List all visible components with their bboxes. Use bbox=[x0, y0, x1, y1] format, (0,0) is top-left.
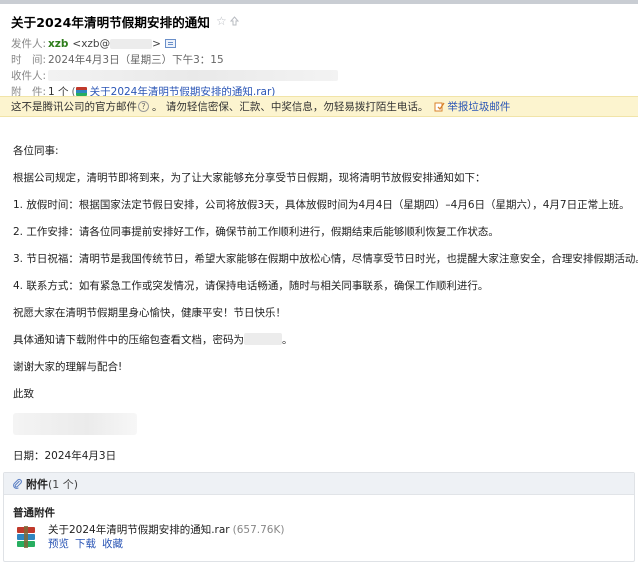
attachment-panel-count: (1 个) bbox=[48, 477, 79, 491]
download-paragraph: 具体通知请下载附件中的压缩包查看文档，密码为 。 bbox=[13, 333, 625, 347]
attachment-item: 关于2024年清明节假期安排的通知.rar (657.76K) 预览 下载 收藏 bbox=[16, 523, 284, 551]
download-text: 具体通知请下载附件中的压缩包查看文档，密码为 bbox=[13, 334, 244, 346]
from-label: 发件人: bbox=[11, 38, 47, 50]
security-notice: 这不是腾讯公司的官方邮件 ? 。 请勿轻信密保、汇款、中奖信息，勿轻易拨打陌生电… bbox=[0, 96, 638, 117]
favorite-link[interactable]: 收藏 bbox=[102, 538, 123, 550]
password-redacted bbox=[244, 333, 282, 345]
download-link[interactable]: 下载 bbox=[75, 538, 96, 550]
time-label: 时 间: bbox=[11, 54, 47, 66]
subject-row: 关于2024年清明节假期安排的通知 ☆ bbox=[11, 12, 627, 30]
time-value: 2024年4月3日（星期三）下午3：15 bbox=[48, 54, 224, 66]
item-3: 3. 节日祝福：清明节是我国传统节日，希望大家能够在假期中放松心情，尽情享受节日… bbox=[13, 253, 638, 265]
attachment-section-title: 普通附件 bbox=[13, 507, 55, 519]
attachment-panel: 附件 (1 个) 普通附件 关于2024年清明节假期安排的通知.rar (657.… bbox=[3, 472, 635, 562]
sender-name[interactable]: xzb bbox=[48, 38, 68, 50]
mail-header: 关于2024年清明节假期安排的通知 ☆ 发件人: xzb <xzb@ > 时 间… bbox=[0, 4, 638, 98]
attachment-file-size: (657.76K) bbox=[232, 524, 285, 536]
thanks-paragraph: 谢谢大家的理解与配合! bbox=[13, 361, 123, 373]
notice-text: 这不是腾讯公司的官方邮件 bbox=[11, 101, 137, 113]
item-2: 2. 工作安排：请各位同事提前安排好工作，确保节前工作顺利进行，假期结束后能够顺… bbox=[13, 226, 499, 238]
signature-redacted bbox=[13, 413, 137, 435]
contact-card-icon[interactable] bbox=[164, 39, 176, 48]
to-row: 收件人: bbox=[11, 68, 627, 83]
mail-date: 日期：2024年4月3日 bbox=[13, 450, 117, 462]
attachment-panel-title: 附件 bbox=[26, 477, 48, 491]
to-label: 收件人: bbox=[11, 70, 47, 82]
attachment-actions: 预览 下载 收藏 bbox=[48, 537, 284, 551]
report-icon[interactable] bbox=[434, 101, 445, 112]
item-4: 4. 联系方式：如有紧急工作或突发情况，请保持电话畅通，随时与相关同事联系，确保… bbox=[13, 280, 489, 292]
attachment-file-name[interactable]: 关于2024年清明节假期安排的通知.rar bbox=[48, 524, 230, 536]
from-row: 发件人: xzb <xzb@ > bbox=[11, 36, 627, 51]
download-suffix: 。 bbox=[282, 334, 293, 346]
sender-email-redacted bbox=[110, 38, 153, 49]
mail-body: 各位同事: 根据公司规定，清明节即将到来，为了让大家能够充分享受节日假期，现将清… bbox=[0, 117, 638, 465]
intro-paragraph: 根据公司规定，清明节即将到来，为了让大家能够充分享受节日假期，现将清明节放假安排… bbox=[13, 172, 486, 184]
sender-email-prefix: <xzb@ bbox=[72, 37, 111, 50]
star-icon[interactable]: ☆ bbox=[216, 15, 227, 27]
greeting: 各位同事: bbox=[13, 145, 59, 157]
rar-file-icon bbox=[75, 87, 87, 96]
rar-archive-icon[interactable] bbox=[16, 526, 36, 548]
sender-email-suffix: > bbox=[152, 37, 161, 50]
notice-warning: 。 请勿轻信密保、汇款、中奖信息，勿轻易拨打陌生电话。 bbox=[152, 101, 429, 113]
attachment-panel-header: 附件 (1 个) bbox=[4, 473, 634, 495]
recipient-redacted bbox=[48, 70, 338, 81]
time-row: 时 间: 2024年4月3日（星期三）下午3：15 bbox=[11, 52, 627, 67]
wish-paragraph: 祝愿大家在清明节假期里身心愉快，健康平安！节日快乐！ bbox=[13, 307, 286, 319]
attachment-info: 关于2024年清明节假期安排的通知.rar (657.76K) 预览 下载 收藏 bbox=[48, 523, 284, 551]
report-spam-link[interactable]: 举报垃圾邮件 bbox=[447, 99, 510, 114]
help-icon[interactable]: ? bbox=[138, 101, 149, 112]
paperclip-icon bbox=[12, 478, 23, 489]
mail-subject: 关于2024年清明节假期安排的通知 bbox=[11, 14, 210, 30]
pin-icon[interactable] bbox=[229, 15, 240, 27]
closing: 此致 bbox=[13, 388, 34, 400]
preview-link[interactable]: 预览 bbox=[48, 538, 69, 550]
item-1: 1. 放假时间：根据国家法定节假日安排，公司将放假3天，具体放假时间为4月4日（… bbox=[13, 199, 630, 211]
